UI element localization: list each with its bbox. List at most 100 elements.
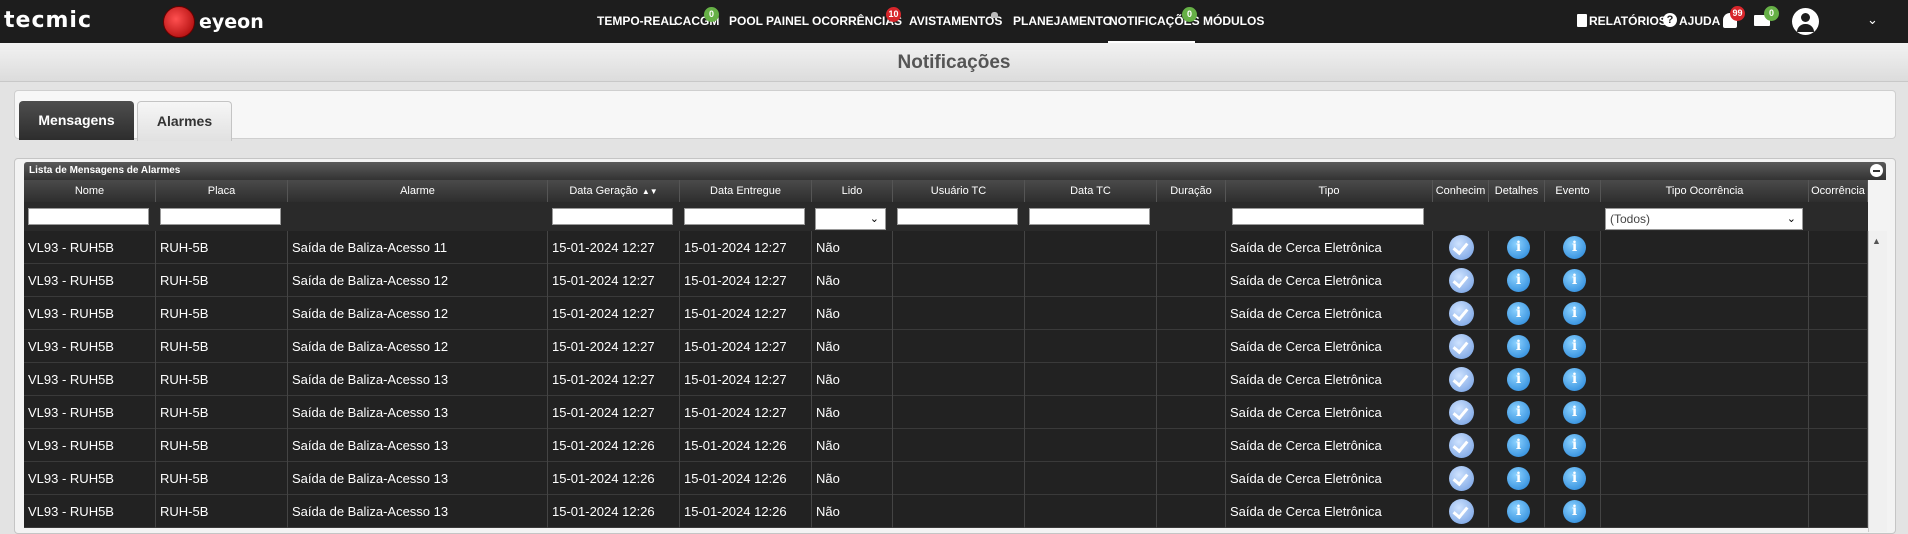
cell-usuario-tc (893, 231, 1025, 264)
check-icon[interactable] (1449, 235, 1474, 260)
eyeon-logo[interactable]: eyeon (163, 6, 264, 38)
cell-nome: VL93 - RUH5B (24, 363, 156, 396)
grid-caption: Lista de Mensagens de Alarmes (29, 165, 181, 176)
avatar-head (1801, 13, 1810, 22)
details-info-icon[interactable]: i (1507, 401, 1530, 424)
col-header-placa[interactable]: Placa (156, 180, 288, 202)
check-icon[interactable] (1449, 301, 1474, 326)
details-info-icon[interactable]: i (1507, 335, 1530, 358)
chevron-down-icon[interactable]: ⌄ (1867, 12, 1878, 28)
cell-alarme: Saída de Baliza-Acesso 13 (288, 396, 548, 429)
filter-placa-input[interactable] (160, 208, 281, 225)
event-info-icon[interactable]: i (1563, 401, 1586, 424)
details-info-icon[interactable]: i (1507, 269, 1530, 292)
file-icon (1577, 14, 1587, 27)
col-header-tipo[interactable]: Tipo (1226, 180, 1433, 202)
filter-data-tc-input[interactable] (1029, 208, 1150, 225)
cell-data-tc (1025, 231, 1157, 264)
cell-nome: VL93 - RUH5B (24, 264, 156, 297)
col-header-duracao[interactable]: Duração (1157, 180, 1226, 202)
cell-data-geracao: 15-01-2024 12:27 (548, 396, 680, 429)
tab-alarmes[interactable]: Alarmes (137, 101, 232, 141)
nav-painel[interactable]: PAINEL (766, 14, 809, 28)
cell-nome: VL93 - RUH5B (24, 429, 156, 462)
details-info-icon[interactable]: i (1507, 467, 1530, 490)
tab-mensagens[interactable]: Mensagens (19, 101, 134, 140)
col-header-evento[interactable]: Evento (1545, 180, 1601, 202)
event-info-icon[interactable]: i (1563, 236, 1586, 259)
cell-data-tc (1025, 429, 1157, 462)
cell-duracao (1157, 462, 1226, 495)
cell-ocorrencia (1809, 396, 1868, 429)
cell-nome: VL93 - RUH5B (24, 297, 156, 330)
vertical-scrollbar[interactable] (1868, 231, 1887, 532)
cell-data-geracao: 15-01-2024 12:26 (548, 429, 680, 462)
cell-tipo-ocorrencia (1601, 330, 1809, 363)
cell-placa: RUH-5B (156, 264, 288, 297)
nav-modulos[interactable]: MÓDULOS (1203, 14, 1264, 28)
col-header-data-tc[interactable]: Data TC (1025, 180, 1157, 202)
event-info-icon[interactable]: i (1563, 302, 1586, 325)
check-icon[interactable] (1449, 400, 1474, 425)
col-header-conhecimento[interactable]: Conhecim (1433, 180, 1489, 202)
cell-placa: RUH-5B (156, 231, 288, 264)
cell-lido: Não (812, 495, 893, 528)
scroll-up-icon[interactable]: ▲ (1872, 236, 1881, 246)
filter-tipo-input[interactable] (1232, 208, 1424, 225)
collapse-icon[interactable] (1870, 164, 1883, 177)
cell-data-geracao: 15-01-2024 12:27 (548, 330, 680, 363)
details-info-icon[interactable]: i (1507, 500, 1530, 523)
filter-usuario-tc-input[interactable] (897, 208, 1018, 225)
event-info-icon[interactable]: i (1563, 500, 1586, 523)
details-info-icon[interactable]: i (1507, 434, 1530, 457)
cell-alarme: Saída de Baliza-Acesso 13 (288, 495, 548, 528)
cell-tipo: Saída de Cerca Eletrônica (1226, 429, 1433, 462)
cell-data-geracao: 15-01-2024 12:26 (548, 495, 680, 528)
col-header-detalhes[interactable]: Detalhes (1489, 180, 1545, 202)
cell-usuario-tc (893, 264, 1025, 297)
col-header-alarme[interactable]: Alarme (288, 180, 548, 202)
check-icon[interactable] (1449, 268, 1474, 293)
nav-avistamentos-icon (991, 12, 998, 18)
cell-placa: RUH-5B (156, 462, 288, 495)
cell-alarme: Saída de Baliza-Acesso 12 (288, 330, 548, 363)
filter-lido-select[interactable]: ⌄ (815, 208, 886, 230)
cell-data-entregue: 15-01-2024 12:26 (680, 495, 812, 528)
filter-data-entregue-input[interactable] (684, 208, 805, 225)
check-icon[interactable] (1449, 466, 1474, 491)
check-icon[interactable] (1449, 334, 1474, 359)
details-info-icon[interactable]: i (1507, 302, 1530, 325)
nav-tempo-real[interactable]: TEMPO-REAL (597, 14, 676, 28)
nav-pool[interactable]: POOL (729, 14, 763, 28)
nav-avistamentos[interactable]: AVISTAMENTOS (909, 14, 1002, 28)
col-header-usuario-tc[interactable]: Usuário TC (893, 180, 1025, 202)
event-info-icon[interactable]: i (1563, 467, 1586, 490)
check-icon[interactable] (1449, 367, 1474, 392)
check-icon[interactable] (1449, 499, 1474, 524)
filter-data-geracao-input[interactable] (552, 208, 673, 225)
col-header-ocorrencia[interactable]: Ocorrência (1809, 180, 1868, 202)
event-info-icon[interactable]: i (1563, 368, 1586, 391)
col-header-lido[interactable]: Lido (812, 180, 893, 202)
reports-link[interactable]: RELATÓRIOS (1589, 14, 1667, 28)
col-header-data-entregue[interactable]: Data Entregue (680, 180, 812, 202)
filter-tipo-ocorrencia-select[interactable]: (Todos) ⌄ (1605, 208, 1803, 230)
details-info-icon[interactable]: i (1507, 368, 1530, 391)
details-info-icon[interactable]: i (1507, 236, 1530, 259)
event-info-icon[interactable]: i (1563, 335, 1586, 358)
cell-data-entregue: 15-01-2024 12:26 (680, 462, 812, 495)
col-header-tipo-ocorrencia[interactable]: Tipo Ocorrência (1601, 180, 1809, 202)
tecmic-logo[interactable]: tecmic (4, 8, 92, 33)
user-avatar[interactable] (1792, 8, 1819, 35)
cell-tipo-ocorrencia (1601, 297, 1809, 330)
cell-ocorrencia (1809, 363, 1868, 396)
cell-data-tc (1025, 363, 1157, 396)
col-header-data-geracao[interactable]: Data Geração ▲▼ (548, 180, 680, 202)
check-icon[interactable] (1449, 433, 1474, 458)
event-info-icon[interactable]: i (1563, 434, 1586, 457)
help-link[interactable]: AJUDA (1679, 14, 1720, 28)
nav-planejamento[interactable]: PLANEJAMENTO (1013, 14, 1112, 28)
event-info-icon[interactable]: i (1563, 269, 1586, 292)
col-header-nome[interactable]: Nome (24, 180, 156, 202)
filter-nome-input[interactable] (28, 208, 149, 225)
